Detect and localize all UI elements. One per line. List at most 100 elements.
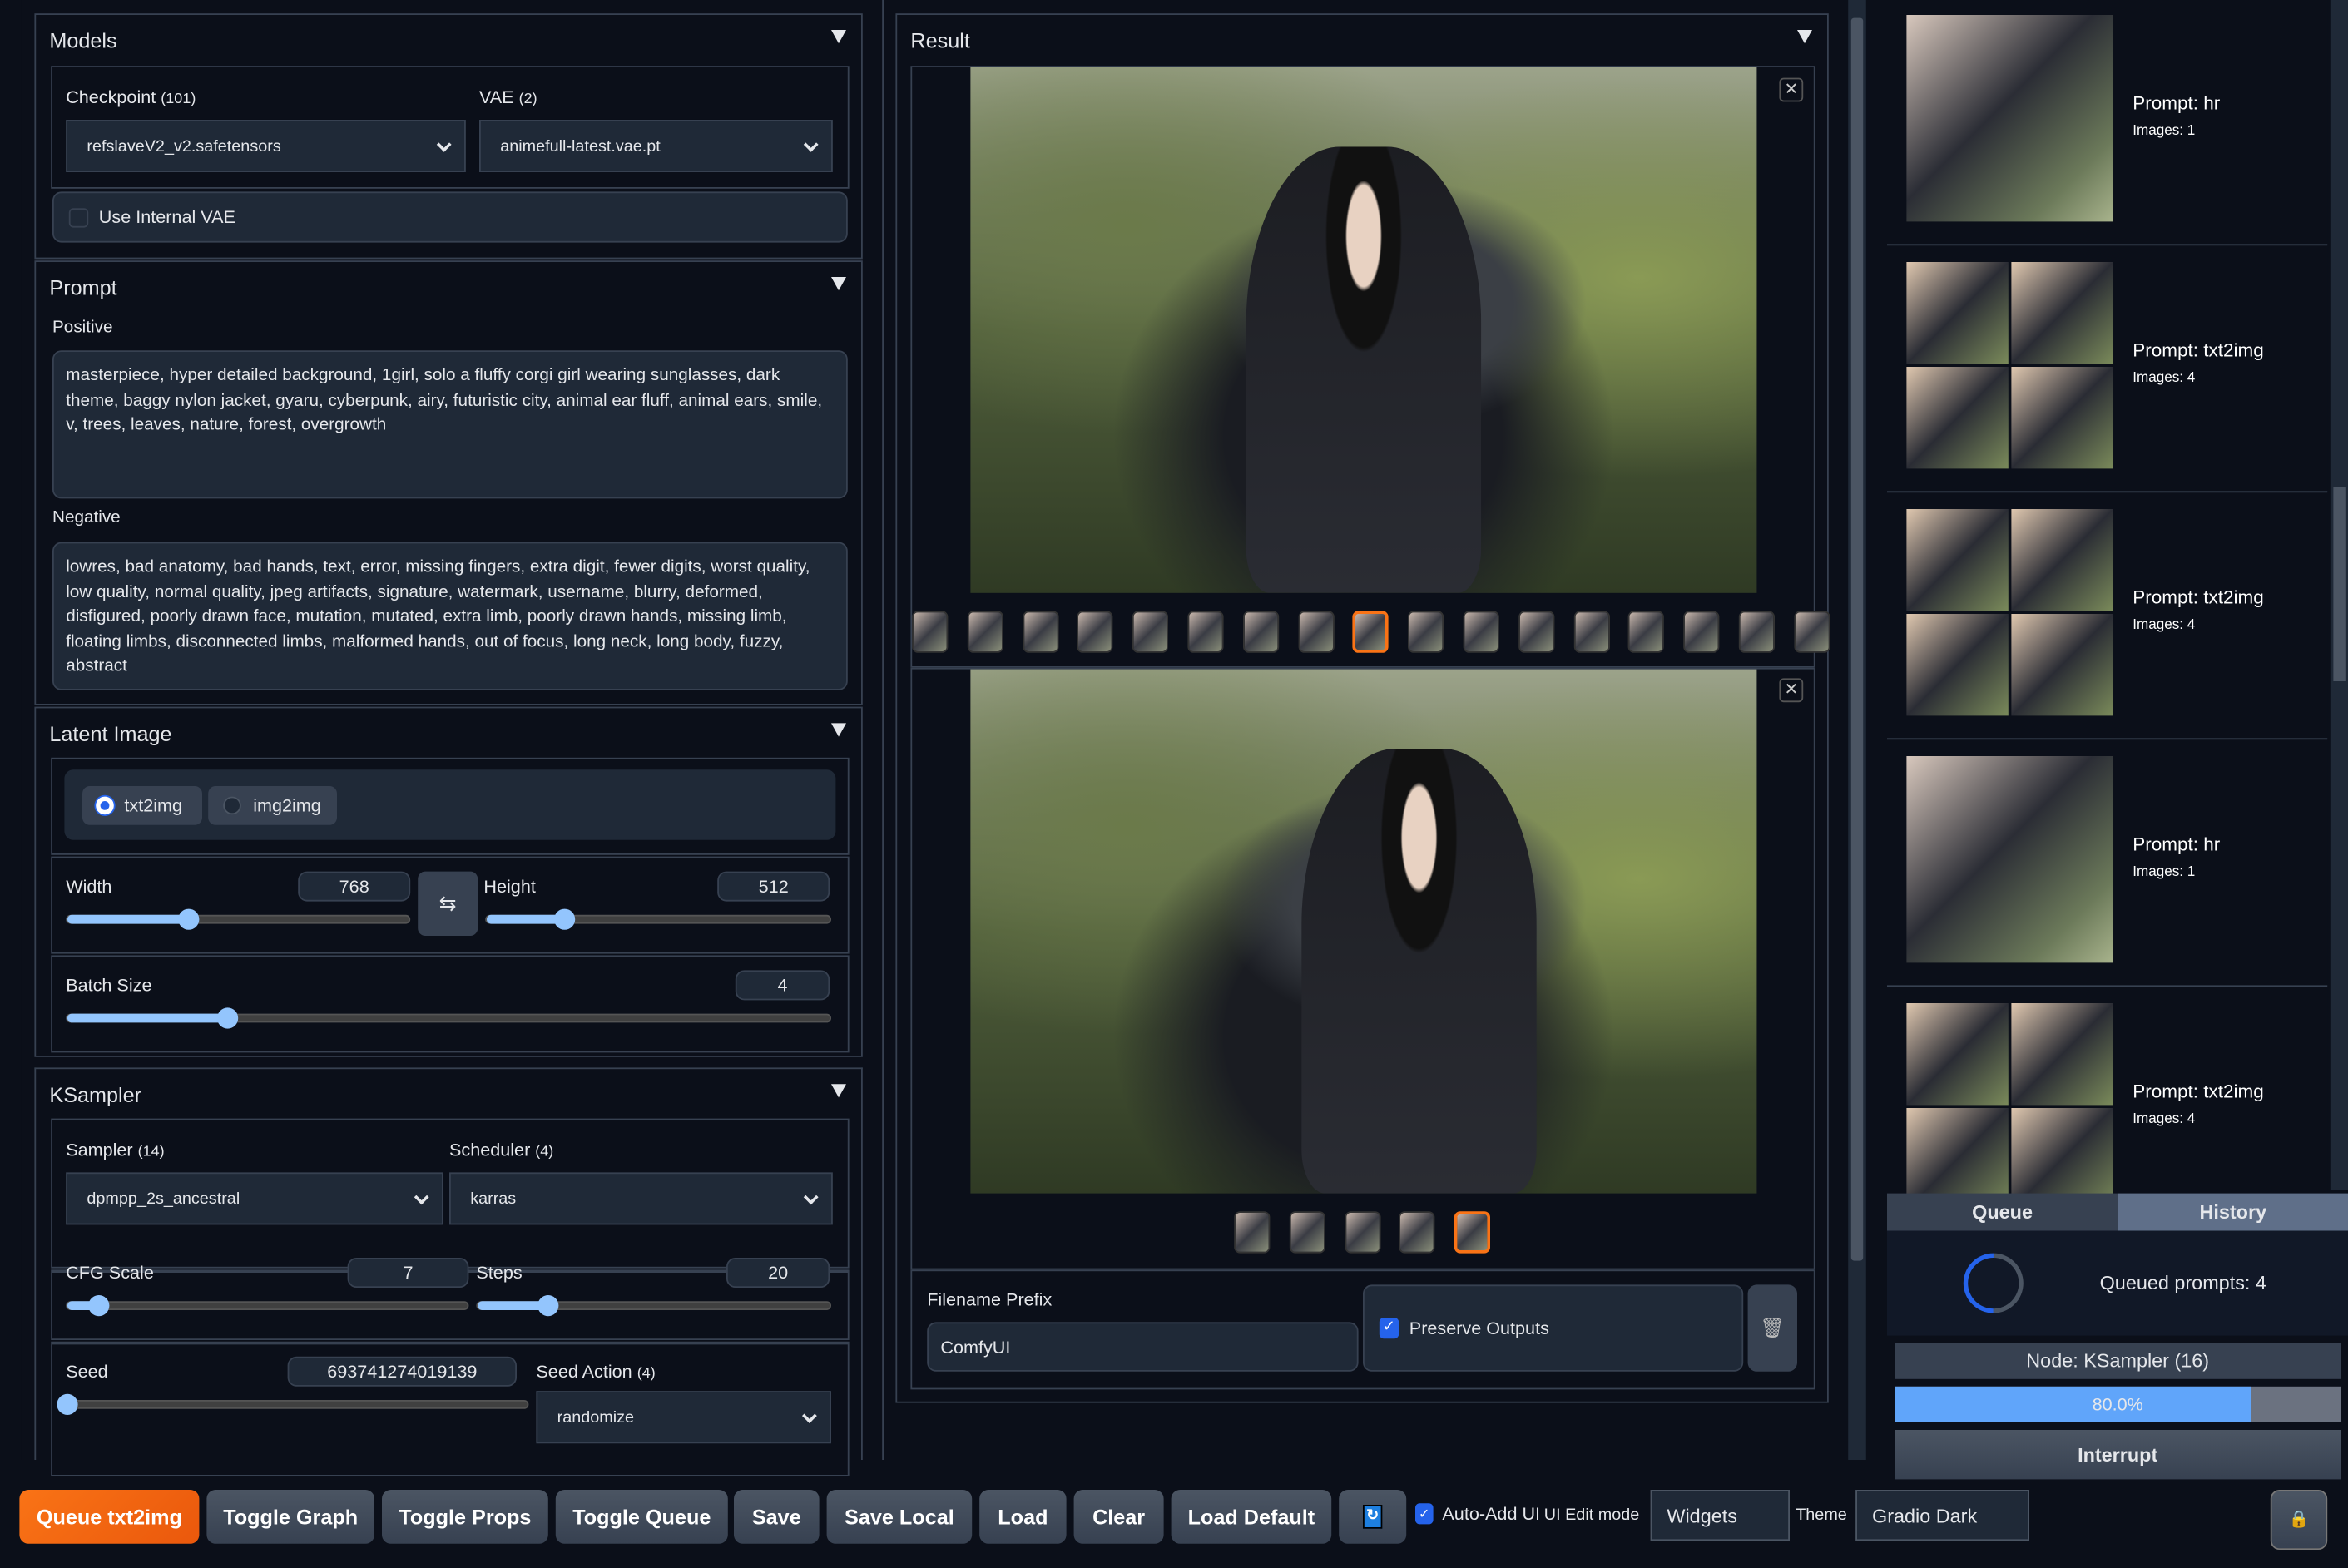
slider-thumb[interactable] bbox=[553, 908, 575, 930]
use-internal-vae-label: Use Internal VAE bbox=[98, 206, 235, 228]
refresh-button[interactable]: ↻ bbox=[1339, 1490, 1407, 1544]
checkbox-checked-icon[interactable]: ✓ bbox=[1379, 1318, 1399, 1339]
clear-outputs-button[interactable]: 🗑 bbox=[1747, 1284, 1797, 1372]
progress-bar: 80.0% bbox=[1895, 1386, 2341, 1422]
thumbnail[interactable] bbox=[1408, 611, 1444, 653]
checkpoint-select[interactable]: refslaveV2_v2.safetensors bbox=[66, 120, 466, 172]
use-internal-vae-toggle[interactable]: Use Internal VAE bbox=[52, 191, 848, 243]
result-image-1[interactable] bbox=[970, 67, 1757, 593]
slider-thumb[interactable] bbox=[178, 908, 200, 930]
history-thumbnail-grid bbox=[1906, 509, 2113, 716]
thumbnail[interactable] bbox=[1234, 1211, 1271, 1254]
thumbnail[interactable] bbox=[1794, 611, 1830, 653]
history-scrollbar[interactable] bbox=[2330, 0, 2348, 1190]
chevron-down-icon bbox=[803, 136, 819, 151]
slider-thumb[interactable] bbox=[216, 1007, 238, 1029]
theme-select[interactable]: Gradio Dark bbox=[1855, 1490, 2029, 1541]
batch-size-slider[interactable] bbox=[66, 1007, 831, 1029]
result-image-2[interactable] bbox=[970, 669, 1757, 1194]
scrollbar-thumb[interactable] bbox=[1850, 17, 1864, 1261]
checkpoint-count: (101) bbox=[161, 91, 196, 108]
toggle-props-button[interactable]: Toggle Props bbox=[382, 1490, 548, 1544]
tab-history[interactable]: History bbox=[2118, 1193, 2348, 1231]
scrollbar[interactable] bbox=[1848, 0, 1866, 1460]
save-local-button[interactable]: Save Local bbox=[826, 1490, 973, 1544]
thumbnail[interactable] bbox=[1683, 611, 1720, 653]
edit-mode-label: UI Edit mode bbox=[1543, 1506, 1640, 1525]
history-thumbnail-grid bbox=[1906, 1003, 2113, 1210]
width-label: Width bbox=[66, 876, 112, 898]
seed-slider[interactable] bbox=[57, 1393, 529, 1415]
width-slider[interactable] bbox=[66, 908, 411, 930]
positive-prompt-textarea[interactable]: masterpiece, hyper detailed background, … bbox=[52, 350, 848, 499]
sampler-select[interactable]: dpmpp_2s_ancestral bbox=[66, 1172, 443, 1225]
thumbnail[interactable] bbox=[1344, 1211, 1380, 1254]
seed-action-select[interactable]: randomize bbox=[536, 1391, 831, 1444]
history-item[interactable]: Prompt: hr Images: 1 bbox=[1887, 741, 2328, 987]
steps-slider[interactable] bbox=[476, 1295, 831, 1317]
height-slider[interactable] bbox=[485, 908, 831, 930]
thumbnail[interactable] bbox=[967, 611, 1003, 653]
thumbnail[interactable] bbox=[1022, 611, 1058, 653]
toggle-queue-button[interactable]: Toggle Queue bbox=[555, 1490, 728, 1544]
radio-selected-icon bbox=[96, 796, 114, 815]
load-button[interactable]: Load bbox=[979, 1490, 1067, 1544]
thumbnail[interactable] bbox=[1289, 1211, 1325, 1254]
history-item[interactable]: Prompt: txt2img Images: 4 bbox=[1887, 494, 2328, 740]
thumbnail[interactable] bbox=[1297, 611, 1335, 653]
collapse-icon[interactable] bbox=[831, 1084, 846, 1098]
queue-prompt-button[interactable]: Queue txt2img bbox=[19, 1490, 200, 1544]
height-input[interactable]: 512 bbox=[717, 871, 830, 902]
collapse-icon[interactable] bbox=[831, 277, 846, 291]
filename-prefix-input[interactable]: ComfyUI bbox=[927, 1322, 1359, 1372]
thumbnail[interactable] bbox=[1132, 611, 1169, 653]
history-item[interactable]: Prompt: txt2img Images: 4 bbox=[1887, 247, 2328, 493]
cfg-slider[interactable] bbox=[66, 1295, 469, 1317]
scheduler-select[interactable]: karras bbox=[449, 1172, 833, 1225]
slider-thumb[interactable] bbox=[537, 1295, 559, 1317]
radio-txt2img[interactable]: txt2img bbox=[82, 786, 202, 825]
slider-thumb[interactable] bbox=[57, 1393, 78, 1415]
thumbnail[interactable] bbox=[1077, 611, 1114, 653]
close-icon[interactable]: ✕ bbox=[1779, 678, 1804, 703]
checkbox[interactable] bbox=[68, 208, 89, 228]
batch-size-input[interactable]: 4 bbox=[735, 970, 830, 1001]
thumbnail[interactable] bbox=[1242, 611, 1279, 653]
thumbnail[interactable] bbox=[1399, 1211, 1436, 1254]
thumbnail[interactable] bbox=[1738, 611, 1775, 653]
collapse-icon[interactable] bbox=[1797, 30, 1812, 44]
vae-select[interactable]: animefull-latest.vae.pt bbox=[479, 120, 833, 172]
clear-button[interactable]: Clear bbox=[1073, 1490, 1164, 1544]
save-button[interactable]: Save bbox=[734, 1490, 820, 1544]
lock-button[interactable]: 🔒 bbox=[2270, 1490, 2328, 1550]
preserve-outputs-toggle[interactable]: ✓ Preserve Outputs bbox=[1363, 1284, 1744, 1372]
chevron-down-icon bbox=[803, 1189, 819, 1204]
seed-input[interactable]: 693741274019139 bbox=[287, 1356, 517, 1387]
scrollbar-thumb[interactable] bbox=[2333, 487, 2346, 681]
auto-add-checkbox[interactable]: ✓ bbox=[1415, 1503, 1434, 1525]
negative-prompt-textarea[interactable]: lowres, bad anatomy, bad hands, text, er… bbox=[52, 542, 848, 690]
toggle-graph-button[interactable]: Toggle Graph bbox=[206, 1490, 374, 1544]
thumbnail[interactable] bbox=[1187, 611, 1224, 653]
width-input[interactable]: 768 bbox=[298, 871, 411, 902]
cfg-input[interactable]: 7 bbox=[347, 1258, 469, 1288]
history-images: Images: 1 bbox=[2133, 863, 2196, 881]
collapse-icon[interactable] bbox=[831, 30, 846, 44]
thumbnail-selected[interactable] bbox=[1353, 611, 1389, 653]
swap-dimensions-button[interactable]: ⇆ bbox=[418, 871, 478, 936]
load-default-button[interactable]: Load Default bbox=[1171, 1490, 1332, 1544]
tab-queue[interactable]: Queue bbox=[1887, 1193, 2118, 1231]
radio-img2img[interactable]: img2img bbox=[208, 786, 337, 825]
thumbnail[interactable] bbox=[1628, 611, 1665, 653]
close-icon[interactable]: ✕ bbox=[1779, 77, 1804, 102]
history-item[interactable]: Prompt: hr Images: 1 bbox=[1887, 0, 2328, 246]
edit-mode-select[interactable]: Widgets bbox=[1650, 1490, 1790, 1541]
thumbnail[interactable] bbox=[912, 611, 949, 653]
interrupt-button[interactable]: Interrupt bbox=[1895, 1430, 2341, 1480]
collapse-icon[interactable] bbox=[831, 723, 846, 737]
steps-input[interactable]: 20 bbox=[726, 1258, 830, 1288]
thumbnail[interactable] bbox=[1463, 611, 1499, 653]
thumbnail-selected[interactable] bbox=[1454, 1211, 1491, 1254]
thumbnail[interactable] bbox=[1573, 611, 1610, 653]
thumbnail[interactable] bbox=[1518, 611, 1555, 653]
